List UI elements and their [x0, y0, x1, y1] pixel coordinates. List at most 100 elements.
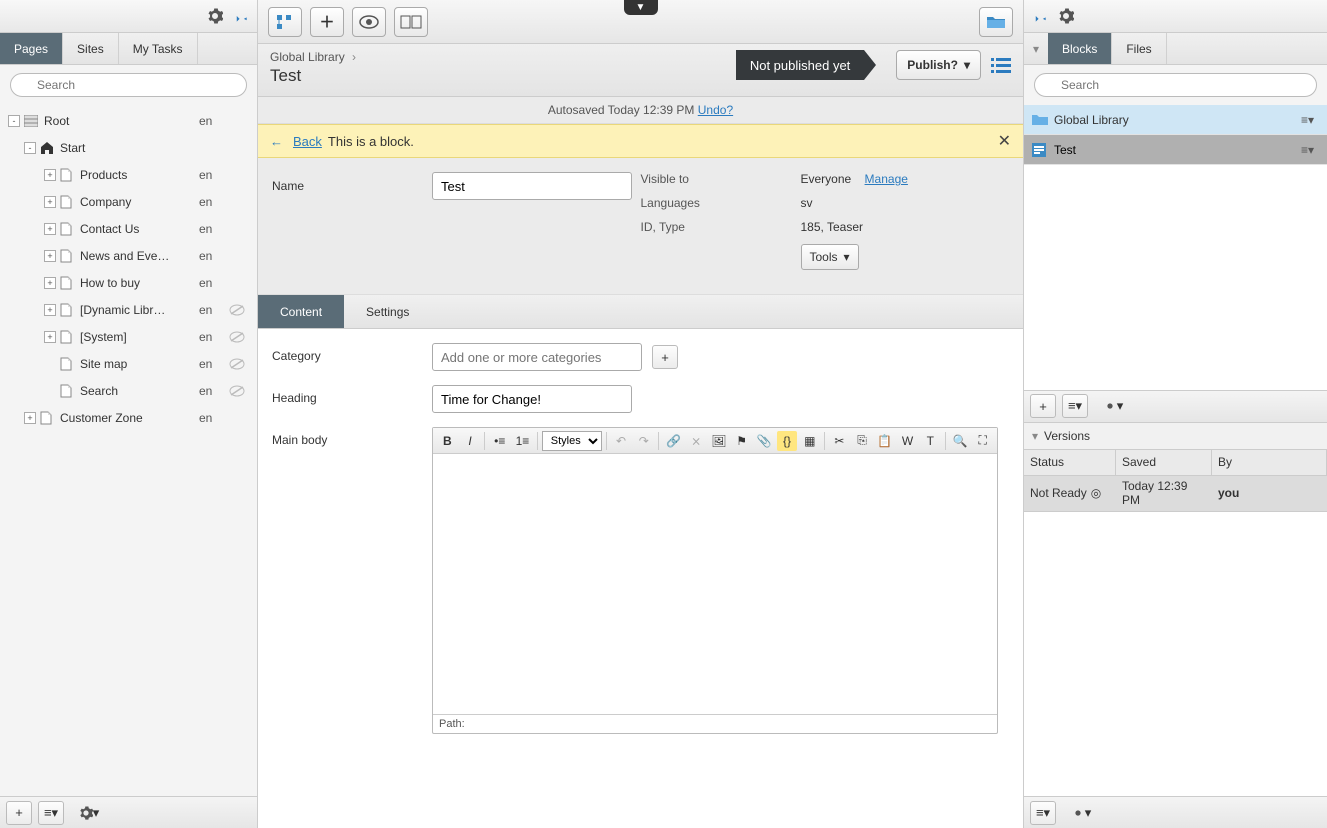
expander-icon[interactable]: + [24, 412, 36, 424]
tree-row[interactable]: -Rooten [0, 107, 257, 134]
expander-icon[interactable]: + [44, 304, 56, 316]
options-list-icon[interactable] [991, 56, 1011, 74]
unlink-icon[interactable]: ⨯ [686, 431, 707, 451]
tree-row[interactable]: +[System]en [0, 323, 257, 350]
expander-icon[interactable]: + [44, 250, 56, 262]
folder-row[interactable]: Global Library≡▾ [1024, 105, 1327, 135]
tree-row[interactable]: +News and Eve…en [0, 242, 257, 269]
tools-dropdown[interactable]: Tools ▾ [801, 244, 859, 270]
insert-icon[interactable]: 📎 [754, 431, 775, 451]
tab-files[interactable]: Files [1112, 33, 1166, 64]
expander-icon[interactable]: - [8, 115, 20, 127]
styles-select[interactable]: Styles [542, 431, 602, 451]
paste-text-icon[interactable]: T [920, 431, 941, 451]
tree-row[interactable]: +[Dynamic Libr…en [0, 296, 257, 323]
search-icon[interactable]: 🔍 [950, 431, 971, 451]
manage-link[interactable]: Manage [865, 172, 908, 186]
publish-button[interactable]: Publish? ▾ [896, 50, 981, 80]
heading-input[interactable] [432, 385, 632, 413]
anchor-icon[interactable]: ⚑ [731, 431, 752, 451]
tree-row[interactable]: Searchen [0, 377, 257, 404]
tree-row[interactable]: Site mapen [0, 350, 257, 377]
add-button[interactable]: + [1030, 394, 1056, 418]
col-saved[interactable]: Saved [1116, 450, 1212, 475]
copy-icon[interactable]: ⎘ [852, 431, 873, 451]
link-icon[interactable]: 🔗 [663, 431, 684, 451]
tree-row[interactable]: +Companyen [0, 188, 257, 215]
gear-icon[interactable]: ▾ [76, 801, 102, 825]
ol-icon[interactable]: 1≡ [512, 431, 533, 451]
compare-icon[interactable] [394, 7, 428, 37]
tab-settings[interactable]: Settings [344, 295, 431, 328]
chevron-down-icon[interactable]: ▾ [1024, 33, 1048, 64]
add-button[interactable]: + [6, 801, 32, 825]
col-status[interactable]: Status [1024, 450, 1116, 475]
media-icon[interactable]: ▦ [799, 431, 820, 451]
tree-row[interactable]: +Contact Usen [0, 215, 257, 242]
tree-row[interactable]: -Start [0, 134, 257, 161]
bold-icon[interactable]: B [437, 431, 458, 451]
menu-icon[interactable]: ≡▾ [1062, 394, 1088, 418]
code-icon[interactable]: {} [777, 431, 798, 451]
italic-icon[interactable]: I [460, 431, 481, 451]
expander-icon[interactable]: + [44, 169, 56, 181]
tab-content[interactable]: Content [258, 295, 344, 328]
expander-icon[interactable]: + [44, 223, 56, 235]
gear-icon[interactable] [205, 6, 225, 26]
gear-icon[interactable]: ▾ [1100, 394, 1126, 418]
tab-blocks[interactable]: Blocks [1048, 33, 1112, 64]
expander-icon[interactable]: - [24, 142, 36, 154]
col-by[interactable]: By [1212, 450, 1327, 475]
center-toolbar: ▼ ＋ [258, 0, 1023, 44]
fullscreen-icon[interactable]: ⛶ [972, 431, 993, 451]
add-category-button[interactable]: + [652, 345, 678, 369]
image-icon[interactable]: 🖼 [709, 431, 730, 451]
search-input[interactable] [10, 73, 247, 97]
editor-body[interactable] [433, 454, 997, 714]
version-row[interactable]: Not Ready ◎ Today 12:39 PM you [1024, 476, 1327, 512]
pin-icon[interactable] [231, 6, 251, 26]
pin-icon[interactable] [1030, 6, 1050, 26]
row-menu-icon[interactable]: ≡▾ [1301, 143, 1319, 157]
redo-icon[interactable]: ↷ [633, 431, 654, 451]
paste-icon[interactable]: 📋 [874, 431, 895, 451]
lang-badge: en [199, 222, 229, 236]
tab-pages[interactable]: Pages [0, 33, 63, 64]
back-link[interactable]: Back [293, 134, 322, 149]
search-input[interactable] [1034, 73, 1317, 97]
expander-icon[interactable]: + [44, 277, 56, 289]
ul-icon[interactable]: •≡ [489, 431, 510, 451]
dropdown-handle-icon[interactable]: ▼ [624, 0, 658, 15]
tab-sites[interactable]: Sites [63, 33, 119, 64]
breadcrumb[interactable]: Global Library › [270, 50, 736, 64]
block-row[interactable]: Test≡▾ [1024, 135, 1327, 165]
versions-header[interactable]: ▾ Versions [1024, 422, 1327, 450]
paste-word-icon[interactable]: W [897, 431, 918, 451]
preview-icon[interactable] [352, 7, 386, 37]
lang-badge: en [199, 168, 229, 182]
banner-text: This is a block. [328, 134, 414, 149]
expander-icon[interactable]: + [44, 331, 56, 343]
menu-icon[interactable]: ≡▾ [38, 801, 64, 825]
tree-row[interactable]: +How to buyen [0, 269, 257, 296]
folder-icon[interactable] [979, 7, 1013, 37]
undo-link[interactable]: Undo? [698, 103, 733, 117]
menu-icon[interactable]: ≡▾ [1030, 801, 1056, 825]
gear-icon[interactable]: ▾ [1068, 801, 1094, 825]
cut-icon[interactable]: ✂ [829, 431, 850, 451]
close-icon[interactable]: ✕ [998, 131, 1011, 151]
tree-row[interactable]: +Productsen [0, 161, 257, 188]
tree-row[interactable]: +Customer Zoneen [0, 404, 257, 431]
tab-mytasks[interactable]: My Tasks [119, 33, 198, 64]
undo-icon[interactable]: ↶ [611, 431, 632, 451]
tools-label: Tools [810, 250, 838, 264]
expander-icon[interactable]: + [44, 196, 56, 208]
category-input[interactable] [432, 343, 642, 371]
mainbody-label: Main body [272, 427, 432, 447]
gear-icon[interactable] [1056, 6, 1076, 26]
breadcrumb-segment[interactable]: Global Library [270, 50, 345, 64]
name-input[interactable] [432, 172, 632, 200]
tree-toggle-icon[interactable] [268, 7, 302, 37]
add-button[interactable]: ＋ [310, 7, 344, 37]
row-menu-icon[interactable]: ≡▾ [1301, 113, 1319, 127]
